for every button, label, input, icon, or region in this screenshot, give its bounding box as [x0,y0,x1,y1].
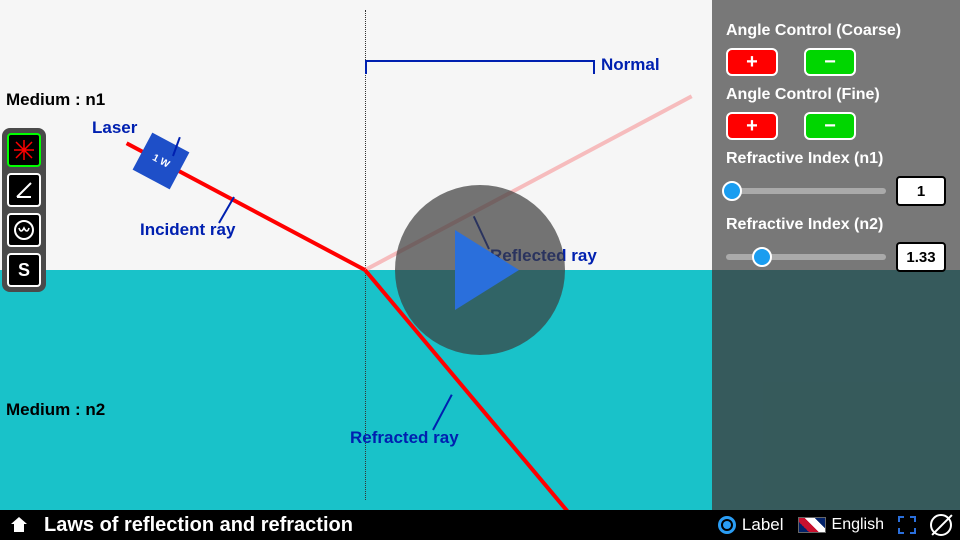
fullscreen-button[interactable] [898,516,916,534]
n1-heading: Refractive Index (n1) [726,150,946,168]
omega-icon [12,218,36,242]
angle-icon [14,180,34,200]
home-button[interactable] [8,514,30,536]
n1-slider[interactable] [726,188,886,194]
tool-laser[interactable] [7,133,41,167]
simulation-stage: Normal Medium : n1 Medium : n2 1 W Laser… [0,0,960,540]
incident-label: Incident ray [140,220,235,240]
language-text: English [832,516,884,534]
tool-angle[interactable] [7,173,41,207]
play-button[interactable] [395,185,565,355]
laser-power-label: 1 W [151,152,172,170]
n1-value[interactable]: 1 [896,176,946,206]
language-selector[interactable]: English [798,516,884,534]
page-title: Laws of reflection and refraction [44,514,704,537]
bottom-bar: Laws of reflection and refraction Label … [0,510,960,540]
no-globe-icon[interactable] [930,514,952,536]
play-icon [455,230,519,310]
medium1-label: Medium : n1 [6,90,105,110]
label-toggle-text: Label [742,515,784,535]
tool-s[interactable]: S [7,253,41,287]
n1-slider-thumb[interactable] [722,181,742,201]
n2-value[interactable]: 1.33 [896,242,946,272]
refracted-label: Refracted ray [350,428,459,448]
normal-label: Normal [601,55,660,75]
coarse-plus-button[interactable]: + [726,48,778,76]
normal-bracket [365,60,595,74]
fine-minus-button[interactable]: − [804,112,856,140]
n2-slider[interactable] [726,254,886,260]
medium2-label: Medium : n2 [6,400,105,420]
angle-fine-heading: Angle Control (Fine) [726,86,946,104]
control-panel: Angle Control (Coarse) + − Angle Control… [712,0,960,510]
label-toggle[interactable]: Label [718,515,784,535]
tool-palette: S [2,128,46,292]
normal-line [365,10,366,500]
coarse-minus-button[interactable]: − [804,48,856,76]
fine-plus-button[interactable]: + [726,112,778,140]
asterisk-icon [13,139,35,161]
tool-wave[interactable] [7,213,41,247]
n2-slider-thumb[interactable] [752,247,772,267]
uk-flag-icon [798,517,826,533]
angle-coarse-heading: Angle Control (Coarse) [726,22,946,40]
radio-on-icon [718,516,736,534]
laser-label: Laser [92,118,137,138]
n2-heading: Refractive Index (n2) [726,216,946,234]
home-icon [9,515,29,535]
